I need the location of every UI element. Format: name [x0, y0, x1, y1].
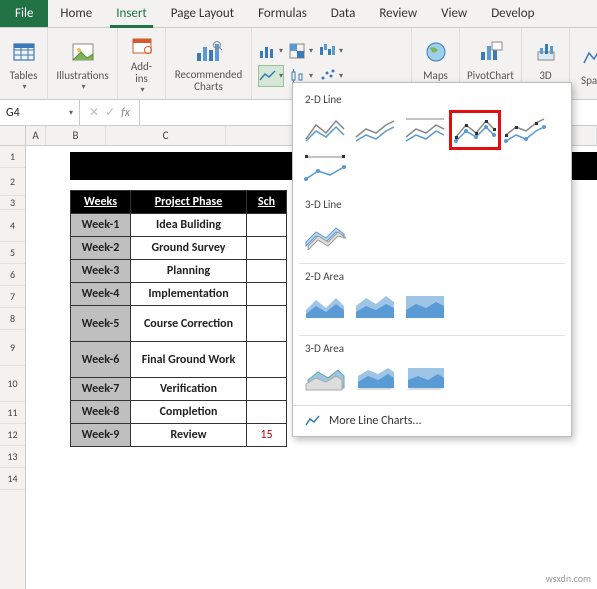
name-box[interactable]: G4 ▾ — [0, 100, 80, 125]
section-2d-area: 2-D Area — [293, 266, 571, 287]
data-tab[interactable]: Data — [319, 0, 368, 27]
percent-stacked-line-thumb[interactable] — [401, 112, 449, 148]
line-markers-thumb[interactable] — [451, 112, 499, 148]
pivotchart-label: PivotChart — [467, 70, 514, 82]
area-thumb[interactable] — [301, 289, 349, 325]
table-row: Week-7Verification — [71, 378, 287, 401]
sparklines-label: Spark — [581, 75, 597, 87]
row-header[interactable]: 11 — [0, 402, 25, 424]
column-chart-button[interactable]: ▾ — [258, 40, 284, 62]
chevron-down-icon: ▾ — [81, 82, 85, 92]
recommended-charts-label: Recommended Charts — [172, 69, 245, 93]
row-header[interactable]: 5 — [0, 242, 25, 264]
table-row: Week-9Review15 — [71, 424, 287, 447]
row-header[interactable]: 7 — [0, 286, 25, 308]
more-line-charts-label: More Line Charts... — [329, 414, 422, 428]
globe-icon — [420, 36, 452, 68]
3d-percent-area-thumb[interactable] — [401, 361, 449, 397]
cancel-icon[interactable]: ✕ — [89, 105, 99, 120]
pivotchart-icon — [475, 36, 507, 68]
more-line-charts[interactable]: More Line Charts... — [293, 405, 571, 436]
section-3d-line: 3-D Line — [293, 194, 571, 215]
table-row: Week-5Course Correction — [71, 306, 287, 342]
row-header[interactable]: 1 — [0, 146, 25, 168]
enter-icon[interactable]: ✓ — [105, 105, 115, 120]
ribbon-tabs: File Home Insert Page Layout Formulas Da… — [0, 0, 597, 28]
pagelayout-tab[interactable]: Page Layout — [159, 0, 246, 27]
chevron-down-icon: ▾ — [22, 82, 26, 92]
fx-icon[interactable]: fx — [121, 106, 130, 120]
table-row: Week-1Idea Buliding — [71, 214, 287, 237]
stacked-line-thumb[interactable] — [351, 112, 399, 148]
section-3d-area: 3-D Area — [293, 338, 571, 359]
table-row: Week-2Ground Survey — [71, 237, 287, 260]
col-header[interactable]: C — [106, 126, 226, 145]
phase-header: Project Phase — [131, 191, 247, 214]
line-chart-dropdown: 2-D Line 3-D Line 2-D Area 3-D Area More… — [292, 82, 572, 437]
row-header[interactable]: 8 — [0, 308, 25, 330]
illustrations-group[interactable]: Illustrations ▾ — [48, 28, 118, 99]
row-header[interactable]: 2 — [0, 168, 25, 196]
row-header[interactable]: 6 — [0, 264, 25, 286]
row-header[interactable]: 10 — [0, 366, 25, 402]
waterfall-chart-button[interactable]: ▾ — [318, 40, 344, 62]
line-chart-icon — [305, 414, 321, 428]
stacked-area-thumb[interactable] — [351, 289, 399, 325]
3d-stacked-area-thumb[interactable] — [351, 361, 399, 397]
percent-stacked-line-markers-thumb[interactable] — [301, 150, 349, 186]
review-tab[interactable]: Review — [367, 0, 429, 27]
row-header[interactable]: 12 — [0, 424, 25, 446]
table-icon — [8, 36, 40, 68]
hierarchy-chart-button[interactable]: ▾ — [288, 40, 314, 62]
recommended-charts-icon — [193, 35, 225, 67]
3d-line-thumb[interactable] — [301, 217, 349, 253]
insert-tab[interactable]: Insert — [104, 0, 159, 27]
illustrations-label: Illustrations — [56, 70, 108, 82]
weeks-header: Weeks — [71, 191, 131, 214]
row-headers: 1 2 3 4 5 6 7 8 9 10 11 12 13 14 — [0, 126, 26, 589]
3d-area-thumb[interactable] — [301, 361, 349, 397]
col-header[interactable]: A — [26, 126, 46, 145]
chevron-down-icon: ▾ — [69, 108, 73, 118]
maps-label: Maps — [423, 70, 448, 82]
col-header[interactable]: B — [46, 126, 106, 145]
row-header[interactable]: 3 — [0, 196, 25, 210]
illustrations-icon — [67, 36, 99, 68]
view-tab[interactable]: View — [429, 0, 479, 27]
addins-icon — [126, 32, 158, 59]
file-tab[interactable]: File — [0, 0, 48, 27]
formulas-tab[interactable]: Formulas — [246, 0, 319, 27]
table-row: Week-3Planning — [71, 260, 287, 283]
tables-label: Tables — [10, 70, 38, 82]
sparkline-icon — [578, 41, 597, 73]
line-chart-button[interactable]: ▾ — [258, 65, 284, 87]
table-row: Week-6Final Ground Work — [71, 342, 287, 378]
sch-header: Sch — [247, 191, 287, 214]
sparklines-group[interactable]: Spark — [570, 28, 597, 99]
addins-label: Add- ins — [124, 61, 159, 85]
watermark: wsxdn.com — [546, 572, 591, 585]
tables-group[interactable]: Tables ▾ — [0, 28, 48, 99]
select-all[interactable] — [0, 126, 25, 146]
project-table: Weeks Project Phase Sch Week-1Idea Bulid… — [70, 190, 287, 447]
addins-group[interactable]: Add- ins ▾ — [118, 28, 166, 99]
3dmap-icon — [530, 36, 562, 68]
formula-icons: ✕ ✓ fx — [80, 100, 140, 125]
row-header[interactable]: 4 — [0, 210, 25, 242]
section-2d-line: 2-D Line — [293, 89, 571, 110]
3d-label: 3D — [539, 70, 551, 82]
developer-tab[interactable]: Develop — [479, 0, 546, 27]
row-header[interactable]: 9 — [0, 330, 25, 366]
row-header[interactable]: 13 — [0, 446, 25, 468]
table-row: Week-8Completion — [71, 401, 287, 424]
line-chart-thumb[interactable] — [301, 112, 349, 148]
row-header[interactable]: 14 — [0, 468, 25, 490]
home-tab[interactable]: Home — [48, 0, 104, 27]
percent-stacked-area-thumb[interactable] — [401, 289, 449, 325]
table-row: Week-4Implementation — [71, 283, 287, 306]
chevron-down-icon: ▾ — [140, 85, 144, 95]
stacked-line-markers-thumb[interactable] — [501, 112, 549, 148]
recommended-charts-group[interactable]: Recommended Charts — [166, 28, 252, 99]
name-box-value: G4 — [6, 106, 20, 120]
